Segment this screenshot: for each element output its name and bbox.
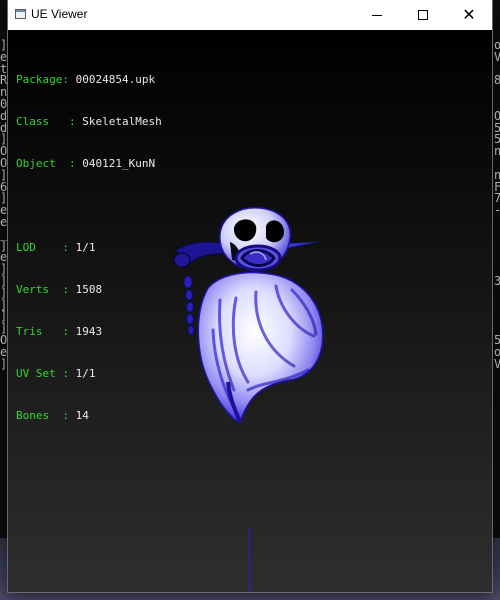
terminal-glyph: -	[494, 204, 500, 217]
mesh-neck	[234, 244, 282, 272]
title-bar[interactable]: UE Viewer ✕	[8, 0, 492, 30]
close-button[interactable]: ✕	[446, 0, 492, 30]
background-terminal-text-right: oV8O55nnF7-35oV	[494, 39, 500, 371]
axis-line-z	[249, 527, 250, 592]
minimize-button[interactable]	[354, 0, 400, 30]
terminal-glyph: 3	[494, 273, 500, 288]
terminal-glyph: ]	[0, 356, 8, 371]
terminal-glyph	[494, 252, 500, 264]
terminal-glyph	[494, 241, 500, 253]
maximize-icon	[418, 10, 428, 20]
maximize-button[interactable]	[400, 0, 446, 30]
close-icon: ✕	[462, 5, 476, 24]
mesh-body	[197, 271, 324, 423]
terminal-glyph	[494, 217, 500, 229]
3d-viewport[interactable]: Package: 00024854.upk Class : SkeletalMe…	[8, 30, 492, 592]
window-title: UE Viewer	[31, 7, 88, 21]
terminal-glyph: V	[494, 356, 500, 371]
terminal-glyph: V	[494, 49, 500, 64]
terminal-glyph	[494, 229, 500, 241]
terminal-glyph	[494, 300, 500, 312]
terminal-glyph: 8	[494, 73, 500, 88]
minimize-icon	[372, 14, 382, 16]
hanging-tassel	[183, 275, 195, 335]
app-window-icon	[15, 9, 26, 19]
skeletal-mesh-render	[173, 207, 324, 423]
terminal-glyph	[494, 311, 500, 323]
terminal-glyph	[494, 87, 500, 99]
ue-viewer-window: UE Viewer ✕ Package: 00024854.upk Class …	[8, 0, 492, 592]
terminal-glyph: n	[494, 144, 500, 159]
background-terminal-text-left: ] e t Rn 0 d d] O O] 6] e e _] e]]]]]] Oe]	[0, 39, 8, 371]
terminal-glyph	[494, 288, 500, 300]
